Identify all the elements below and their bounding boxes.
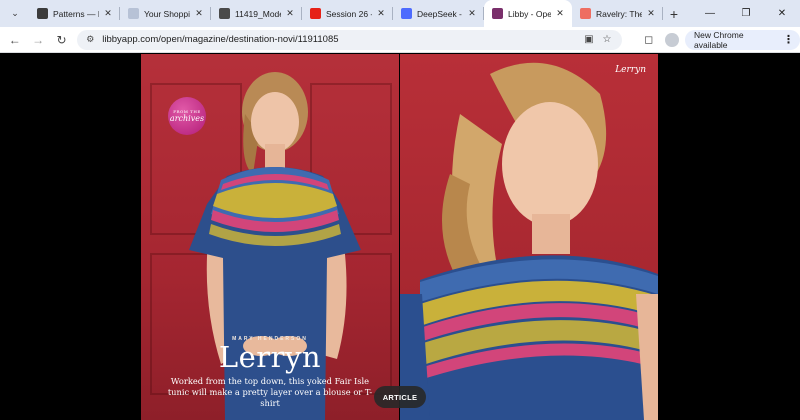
minimize-icon[interactable]: — — [692, 0, 728, 27]
browser-tab[interactable]: Libby - Open✕ — [484, 0, 572, 27]
tab-list: Patterns — BC✕Your Shopping✕11419_Moder✕… — [29, 0, 663, 27]
tab-label: Ravelry: The K — [596, 8, 642, 19]
extensions-icon[interactable]: ◻ — [636, 28, 661, 52]
tab-favicon-icon — [128, 8, 139, 19]
tab-favicon-icon — [37, 8, 48, 19]
close-window-icon[interactable]: ✕ — [764, 0, 800, 27]
tab-favicon-icon — [401, 8, 412, 19]
browser-tab[interactable]: Patterns — BC✕ — [29, 0, 120, 27]
back-icon[interactable]: ← — [3, 28, 26, 52]
forward-icon[interactable]: → — [26, 28, 49, 52]
right-page-title: Lerryn — [615, 65, 646, 75]
update-label: New Chrome available — [693, 29, 744, 50]
browser-toolbar: ← → ↻ ⚙ libbyapp.com/open/magazine/desti… — [0, 27, 800, 53]
magazine-page-right[interactable]: Lerryn — [400, 54, 658, 420]
tab-label: Session 26 - S — [326, 8, 372, 19]
browser-tab[interactable]: Session 26 - S✕ — [302, 0, 393, 27]
pattern-title: Lerryn — [218, 340, 322, 374]
site-info-icon[interactable]: ⚙ — [83, 33, 97, 47]
article-button[interactable]: ARTICLE — [374, 386, 426, 408]
profile-avatar[interactable] — [665, 32, 679, 47]
badge-bottom-text: archives — [169, 114, 205, 123]
cast-icon[interactable]: ▣ — [580, 34, 598, 45]
tab-close-icon[interactable]: ✕ — [375, 8, 387, 19]
tab-strip: ⌄ Patterns — BC✕Your Shopping✕11419_Mode… — [0, 0, 800, 27]
tab-close-icon[interactable]: ✕ — [102, 8, 114, 19]
browser-tab[interactable]: Ravelry: The K✕ — [572, 0, 663, 27]
url-text[interactable]: libbyapp.com/open/magazine/destination-n… — [102, 34, 580, 45]
reload-icon[interactable]: ↻ — [50, 28, 73, 52]
address-bar[interactable]: ⚙ libbyapp.com/open/magazine/destination… — [77, 29, 622, 50]
tab-favicon-icon — [492, 8, 503, 19]
menu-icon[interactable]: ⋮ — [783, 33, 794, 46]
browser-tab[interactable]: 11419_Moder✕ — [211, 0, 302, 27]
magazine-viewer: FROM THE archives MARY HENDERSON Lerryn … — [0, 54, 800, 420]
bookmark-star-icon[interactable]: ☆ — [598, 34, 616, 45]
browser-tab[interactable]: DeepSeek - In✕ — [393, 0, 484, 27]
pattern-description: Worked from the top down, this yoked Fai… — [167, 376, 373, 408]
model-photo-right — [400, 62, 658, 420]
restore-icon[interactable]: ❐ — [728, 0, 764, 27]
tab-label: Your Shopping — [144, 8, 190, 19]
tab-label: 11419_Moder — [235, 8, 281, 19]
archives-badge: FROM THE archives — [168, 97, 206, 135]
window-controls: — ❐ ✕ — [692, 0, 800, 27]
tab-close-icon[interactable]: ✕ — [193, 8, 205, 19]
tab-close-icon[interactable]: ✕ — [284, 8, 296, 19]
tab-close-icon[interactable]: ✕ — [466, 8, 478, 19]
tab-close-icon[interactable]: ✕ — [554, 8, 566, 19]
tab-favicon-icon — [310, 8, 321, 19]
magazine-page-left[interactable]: FROM THE archives MARY HENDERSON Lerryn … — [141, 54, 399, 420]
tab-label: Libby - Open — [508, 8, 551, 19]
tab-label: Patterns — BC — [53, 8, 99, 19]
tab-label: DeepSeek - In — [417, 8, 463, 19]
tab-search-icon[interactable]: ⌄ — [5, 3, 25, 23]
tab-favicon-icon — [580, 8, 591, 19]
browser-tab[interactable]: Your Shopping✕ — [120, 0, 211, 27]
update-chrome-button[interactable]: New Chrome available ⋮ — [684, 29, 800, 50]
tab-favicon-icon — [219, 8, 230, 19]
new-tab-icon[interactable]: + — [663, 0, 685, 27]
tab-close-icon[interactable]: ✕ — [645, 8, 657, 19]
